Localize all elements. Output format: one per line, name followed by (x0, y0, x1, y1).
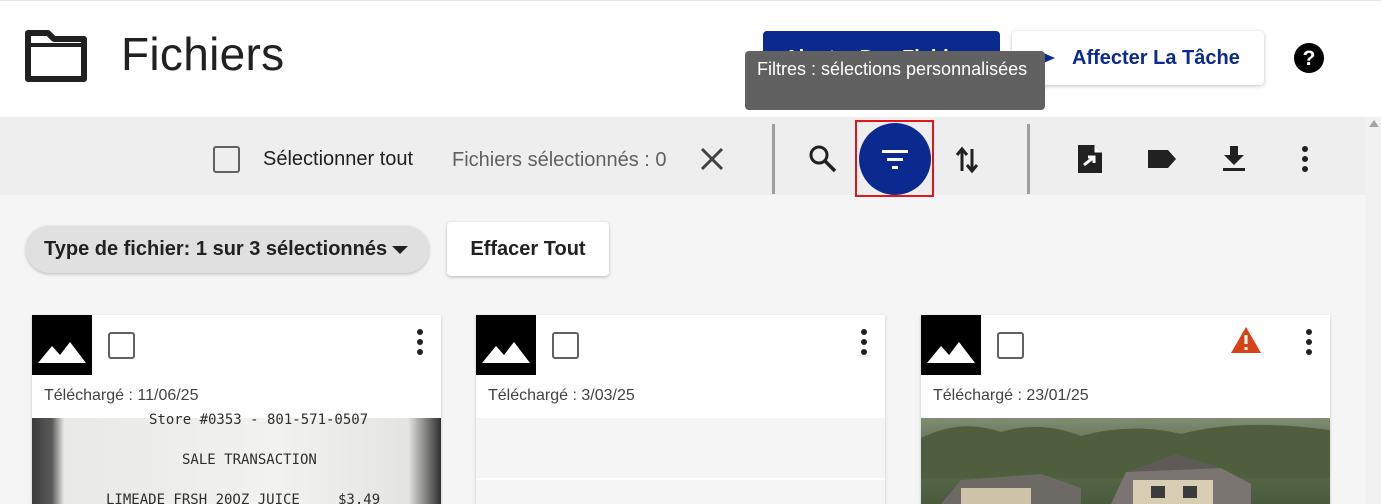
filter-tooltip: Filtres : sélections personnalisées (745, 51, 1045, 110)
filter-highlight-box (855, 120, 934, 197)
file-card[interactable]: Téléchargé : 11/06/25 Store #0353 - 801-… (32, 315, 441, 504)
upload-date: Téléchargé : 3/03/25 (488, 387, 635, 404)
toolbar-divider-2 (1027, 124, 1030, 194)
file-checkbox[interactable] (108, 332, 135, 359)
app-header: Fichiers Ajouter Des Fichiers Affecter L… (0, 0, 1381, 117)
select-all-checkbox[interactable] (213, 146, 240, 173)
file-more-icon[interactable] (859, 328, 869, 356)
file-preview-blank (476, 418, 885, 504)
search-icon[interactable] (808, 144, 838, 174)
caret-down-icon (392, 246, 408, 254)
scrollbar[interactable] (1366, 117, 1381, 504)
export-file-icon[interactable] (1076, 143, 1104, 175)
file-preview-house-photo (921, 418, 1330, 504)
file-type-filter-chip[interactable]: Type de fichier: 1 sur 3 sélectionnés (26, 226, 429, 273)
more-vertical-icon[interactable] (1300, 144, 1310, 174)
selected-count: Fichiers sélectionnés : 0 (452, 149, 667, 171)
assign-task-label: Affecter La Tâche (1072, 46, 1240, 69)
svg-text:?: ? (1303, 47, 1316, 70)
folder-icon (25, 30, 87, 82)
page-title: Fichiers (121, 28, 285, 80)
toolbar-divider (772, 124, 775, 194)
assign-task-button[interactable]: Affecter La Tâche (1012, 31, 1264, 85)
image-type-icon (921, 315, 981, 375)
file-more-icon[interactable] (1304, 328, 1314, 356)
warning-icon (1231, 327, 1261, 353)
file-card[interactable]: Téléchargé : 3/03/25 (476, 315, 885, 504)
image-type-icon (32, 315, 92, 375)
sort-icon[interactable] (954, 145, 980, 175)
file-type-filter-label: Type de fichier: 1 sur 3 sélectionnés (44, 238, 388, 260)
close-icon[interactable] (699, 146, 725, 172)
file-checkbox[interactable] (552, 332, 579, 359)
download-icon[interactable] (1221, 144, 1247, 172)
select-all-label: Sélectionner tout (263, 148, 414, 170)
clear-all-button[interactable]: Effacer Tout (447, 222, 609, 276)
file-checkbox[interactable] (997, 332, 1024, 359)
label-icon[interactable] (1146, 148, 1178, 170)
file-more-icon[interactable] (415, 328, 425, 356)
scroll-up-arrow-icon[interactable] (1369, 120, 1379, 127)
upload-date: Téléchargé : 23/01/25 (933, 387, 1089, 404)
upload-date: Téléchargé : 11/06/25 (44, 387, 199, 404)
help-icon[interactable]: ? (1293, 42, 1325, 74)
file-preview-receipt: Store #0353 - 801-571-0507 SALE TRANSACT… (32, 412, 441, 504)
file-card[interactable]: Téléchargé : 23/01/25 (921, 315, 1330, 504)
image-type-icon (476, 315, 536, 375)
